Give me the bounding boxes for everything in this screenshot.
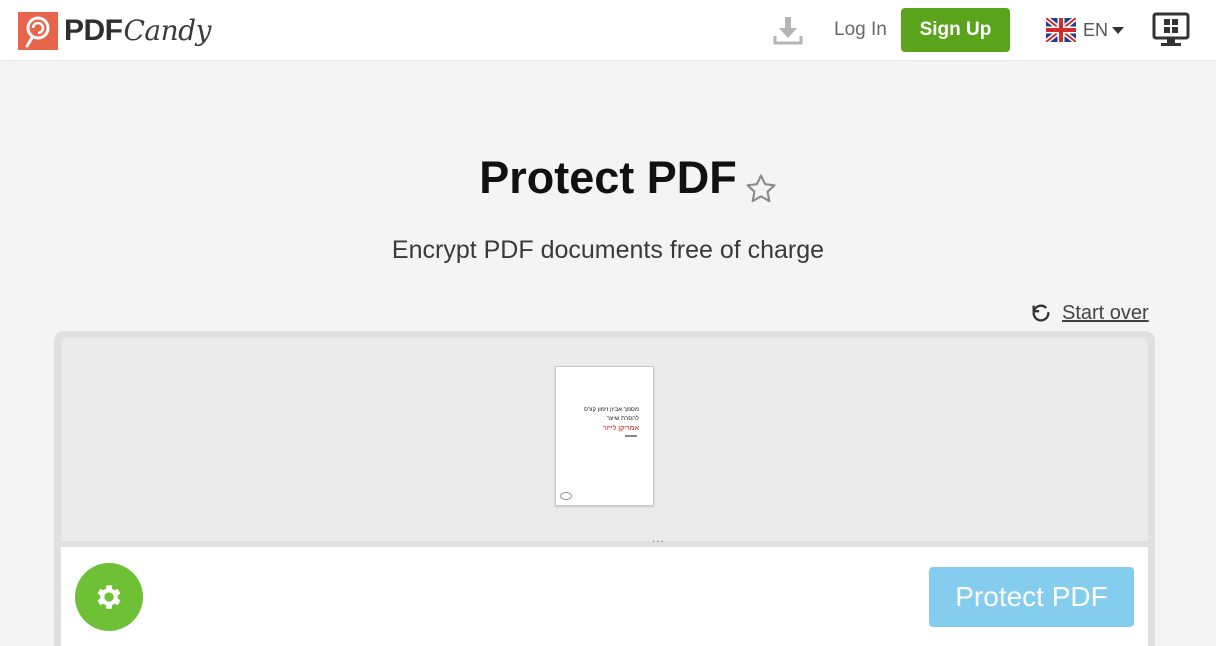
- desktop-app-icon[interactable]: [1152, 12, 1190, 48]
- pdf-thumbnail[interactable]: מסמך אביון זימון קורס להסרת שיער אמריקן …: [555, 366, 654, 506]
- language-selector[interactable]: EN: [1083, 20, 1108, 41]
- caret-down-icon[interactable]: [1112, 27, 1124, 34]
- gear-icon: [97, 585, 121, 609]
- page-subtitle: Encrypt PDF documents free of charge: [391, 236, 825, 264]
- signup-button[interactable]: Sign Up: [901, 8, 1010, 52]
- thumb-text-line: מסמך אביון זימון קורס: [583, 407, 639, 413]
- title-row: Protect PDF: [0, 152, 1216, 204]
- thumb-text-line: להסרת שיער: [606, 416, 639, 422]
- thumb-logo-icon: [560, 492, 572, 500]
- settings-button[interactable]: [75, 563, 143, 631]
- lollipop-logo-icon: [18, 12, 58, 50]
- brand-name: PDFCandy: [64, 14, 211, 47]
- login-link[interactable]: Log In: [834, 19, 887, 41]
- refresh-icon: [1032, 304, 1050, 322]
- star-icon[interactable]: [744, 172, 778, 206]
- more-dots: ...: [652, 531, 666, 545]
- thumb-text-line-red: אמריקן לייזר: [602, 425, 639, 432]
- brand-logo[interactable]: PDFCandy: [18, 12, 211, 50]
- thumb-divider: [625, 435, 637, 437]
- start-over-label: Start over: [1062, 301, 1149, 324]
- protect-pdf-button[interactable]: Protect PDF: [929, 567, 1134, 627]
- start-over-link[interactable]: Start over: [1030, 300, 1149, 326]
- uk-flag-icon[interactable]: [1044, 16, 1078, 44]
- top-header: PDFCandy Log In Sign Up EN: [0, 0, 1216, 61]
- download-icon[interactable]: [772, 14, 804, 46]
- page-title: Protect PDF: [479, 152, 737, 203]
